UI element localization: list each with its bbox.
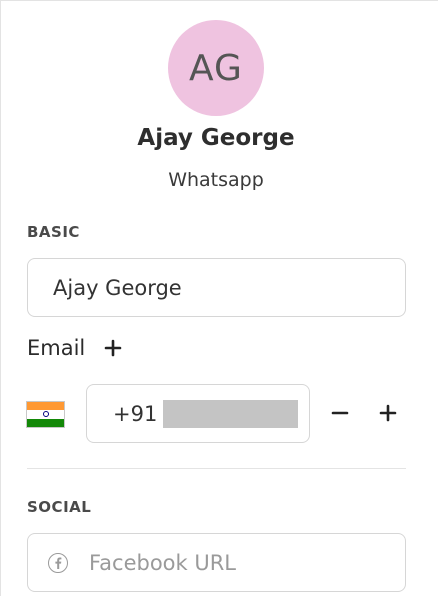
contact-details-panel: AG Ajay George Whatsapp BASIC Email +91 xyxy=(0,0,438,596)
section-divider xyxy=(27,468,406,469)
phone-field[interactable]: +91 xyxy=(86,384,310,443)
plus-icon xyxy=(379,404,397,422)
email-row: Email xyxy=(27,334,127,362)
facebook-field-box xyxy=(27,533,406,592)
contact-name: Ajay George xyxy=(137,125,295,151)
contact-source: Whatsapp xyxy=(168,169,264,191)
avatar-initials: AG xyxy=(189,47,243,89)
social-section-label: SOCIAL xyxy=(27,498,92,516)
name-input[interactable] xyxy=(28,259,405,316)
india-flag-icon[interactable] xyxy=(26,401,65,428)
add-email-button[interactable] xyxy=(99,334,127,362)
minus-icon xyxy=(331,411,349,415)
redacted-phone-number xyxy=(163,399,299,428)
email-label: Email xyxy=(27,336,86,360)
facebook-url-input[interactable] xyxy=(89,550,369,575)
remove-phone-button[interactable] xyxy=(326,399,354,427)
avatar: AG xyxy=(168,20,264,116)
dial-code: +91 xyxy=(113,401,158,426)
basic-section-label: BASIC xyxy=(27,223,80,241)
add-phone-button[interactable] xyxy=(374,399,402,427)
facebook-icon xyxy=(48,552,68,573)
plus-icon xyxy=(104,339,122,357)
name-field-box xyxy=(27,258,406,317)
